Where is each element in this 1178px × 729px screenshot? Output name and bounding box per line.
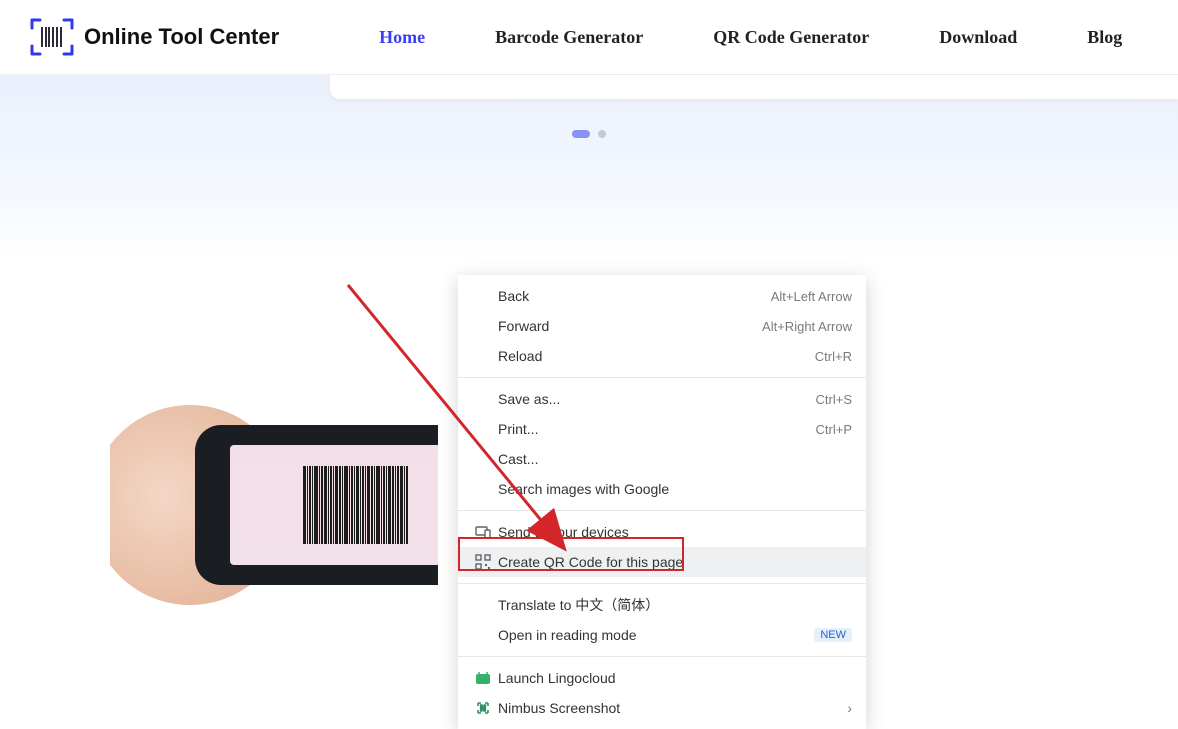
ctx-print-label: Print... bbox=[498, 421, 816, 437]
ctx-search-images-google[interactable]: Search images with Google bbox=[458, 474, 866, 504]
ctx-reload-label: Reload bbox=[498, 348, 815, 364]
svg-text:N: N bbox=[480, 704, 486, 713]
ctx-reading-mode[interactable]: Open in reading mode NEW bbox=[458, 620, 866, 650]
carousel-dot-1[interactable] bbox=[572, 130, 590, 138]
ctx-createqr-label: Create QR Code for this page bbox=[498, 554, 852, 570]
ctx-nimbus-screenshot[interactable]: N Nimbus Screenshot › bbox=[458, 693, 866, 723]
ctx-forward-shortcut: Alt+Right Arrow bbox=[762, 319, 852, 334]
ctx-back-label: Back bbox=[498, 288, 771, 304]
ctx-senddevices-label: Send to your devices bbox=[498, 524, 852, 540]
ctx-cast-label: Cast... bbox=[498, 451, 852, 467]
ctx-cast[interactable]: Cast... bbox=[458, 444, 866, 474]
carousel-indicator[interactable] bbox=[572, 130, 606, 138]
ctx-reload[interactable]: Reload Ctrl+R bbox=[458, 341, 866, 371]
barcode-logo-icon bbox=[30, 18, 74, 56]
nav-home[interactable]: Home bbox=[379, 27, 425, 48]
hero-section bbox=[0, 75, 1178, 255]
ctx-create-qr-code[interactable]: Create QR Code for this page bbox=[458, 547, 866, 577]
ctx-print[interactable]: Print... Ctrl+P bbox=[458, 414, 866, 444]
ctx-back[interactable]: Back Alt+Left Arrow bbox=[458, 281, 866, 311]
barcode-scan-image bbox=[110, 345, 438, 645]
site-name: Online Tool Center bbox=[84, 24, 279, 50]
new-badge: NEW bbox=[814, 628, 852, 642]
nav-qr-code-generator[interactable]: QR Code Generator bbox=[713, 27, 869, 48]
logo[interactable]: Online Tool Center bbox=[30, 18, 279, 56]
card-bottom-edge bbox=[330, 75, 1178, 99]
ctx-save-as[interactable]: Save as... Ctrl+S bbox=[458, 384, 866, 414]
ctx-nimbus-label: Nimbus Screenshot bbox=[498, 700, 839, 716]
ctx-launch-lingocloud[interactable]: Launch Lingocloud bbox=[458, 663, 866, 693]
ctx-translate-label: Translate to 中文（简体） bbox=[498, 595, 852, 615]
nav-download[interactable]: Download bbox=[939, 27, 1017, 48]
ctx-send-to-devices[interactable]: Send to your devices bbox=[458, 517, 866, 547]
site-header: Online Tool Center Home Barcode Generato… bbox=[0, 0, 1178, 75]
ctx-saveas-shortcut: Ctrl+S bbox=[816, 392, 852, 407]
ctx-lingocloud-label: Launch Lingocloud bbox=[498, 670, 852, 686]
qr-code-icon bbox=[472, 554, 494, 570]
nav-barcode-generator[interactable]: Barcode Generator bbox=[495, 27, 643, 48]
nav-blog[interactable]: Blog bbox=[1087, 27, 1122, 48]
ctx-forward-label: Forward bbox=[498, 318, 762, 334]
ctx-searchgoogle-label: Search images with Google bbox=[498, 481, 852, 497]
main-nav: Home Barcode Generator QR Code Generator… bbox=[379, 27, 1122, 48]
chevron-right-icon: › bbox=[847, 700, 852, 716]
context-menu: Back Alt+Left Arrow Forward Alt+Right Ar… bbox=[458, 275, 866, 729]
carousel-dot-2[interactable] bbox=[598, 130, 606, 138]
ctx-back-shortcut: Alt+Left Arrow bbox=[771, 289, 852, 304]
ctx-reload-shortcut: Ctrl+R bbox=[815, 349, 852, 364]
barcode-graphic bbox=[303, 466, 408, 544]
ctx-translate[interactable]: Translate to 中文（简体） bbox=[458, 590, 866, 620]
ctx-print-shortcut: Ctrl+P bbox=[816, 422, 852, 437]
devices-icon bbox=[472, 524, 494, 540]
ctx-forward[interactable]: Forward Alt+Right Arrow bbox=[458, 311, 866, 341]
lingocloud-icon bbox=[472, 670, 494, 686]
ctx-saveas-label: Save as... bbox=[498, 391, 816, 407]
ctx-readingmode-label: Open in reading mode bbox=[498, 627, 806, 643]
nimbus-icon: N bbox=[472, 700, 494, 716]
